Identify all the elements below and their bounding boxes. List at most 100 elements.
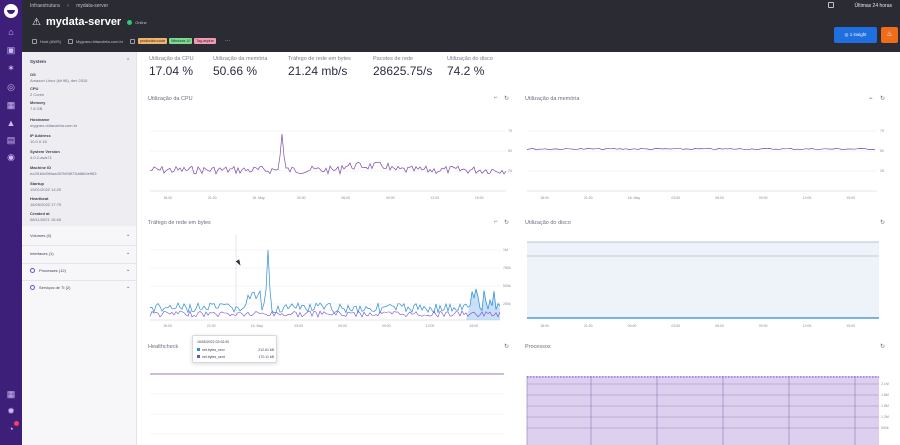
field-hostname: Hostname mygranu.bitacoleta.com.br [30, 117, 78, 128]
x-tick: 06:00 [715, 196, 724, 200]
y-tick: 250k [503, 302, 511, 306]
network-recv-line[interactable] [149, 249, 501, 315]
x-tick: 12:00 [430, 196, 439, 200]
x-tick: 21:00 [207, 324, 216, 328]
x-tick: 09:00 [759, 196, 768, 200]
system-section-title[interactable]: System [30, 59, 46, 64]
field-memory: Memory 7.8 GB [30, 100, 46, 111]
x-tick: 16. May [251, 324, 264, 328]
host-domain[interactable]: Mygranu.bitacoleta.com.br [67, 38, 123, 44]
alert-icon[interactable]: ▲ [6, 118, 16, 128]
network-icon[interactable]: ✶ [6, 63, 16, 73]
app-logo-icon[interactable] [4, 4, 18, 18]
bell-icon: ♨ [886, 31, 893, 38]
infrastructure-icon[interactable]: ▣ [6, 45, 16, 55]
x-tick: 18:00 [540, 324, 549, 328]
cpu-series-line[interactable] [149, 133, 507, 176]
host-details-panel: System ⌃ OS Amazon Linux (kit 96), dev 20… [22, 52, 137, 445]
x-tick: 03:00 [671, 196, 680, 200]
chevron-down-icon[interactable]: ⌄ [126, 267, 130, 273]
divider [22, 263, 136, 264]
chevron-down-icon[interactable]: ⌄ [126, 232, 130, 238]
breadcrumb: Infraestrutura › mydata-server [30, 3, 114, 9]
x-tick: 06:00 [338, 324, 347, 328]
y-tick: 750k [503, 266, 511, 270]
y-tick: 900k [881, 426, 889, 430]
left-nav-rail: ⌂ ▣ ✶ ◎ ▦ ▲ ▤ ◉ ▦ ✹ ◔ [0, 0, 22, 445]
y-tick: 75 [880, 129, 884, 133]
tooltip-row: net.bytes_recv 212.61 kB [197, 348, 274, 352]
settings-icon[interactable]: ✹ [6, 406, 16, 416]
chevron-down-icon[interactable]: ⌄ [126, 284, 130, 290]
breadcrumb-item[interactable]: mydata-server [76, 3, 108, 9]
x-tick: 00:00 [628, 324, 637, 328]
processes-icon [30, 268, 35, 273]
cpu-chart: 75 50 25 18:00 21:00 16. May 03:00 06:00 09:0… [149, 129, 512, 200]
metric-cpu: Utilização da CPU 17.04 % [149, 56, 194, 78]
x-tick: 12:00 [803, 324, 812, 328]
field-system-version: System Version 4.0.2-aws71 [30, 149, 60, 160]
chevron-down-icon[interactable]: ⌄ [126, 250, 130, 256]
accordion-it-services[interactable]: Serviços de TI (2) [30, 285, 71, 290]
metric-memory: Utilização da memória 50.66 % [213, 56, 268, 78]
processes-chart-card: Processos ↻ 2.1M 1.8M 1.5M 1.2M 900k [525, 344, 890, 445]
x-tick: 15:00 [469, 324, 478, 328]
tag-badge[interactable]: production.node [138, 38, 168, 44]
x-tick: 15:00 [475, 196, 484, 200]
dashboard-icon[interactable]: ⌂ [6, 27, 16, 37]
page-title: mydata-server [46, 16, 122, 28]
host-provider: Host (AWS) [32, 38, 61, 44]
alert-button[interactable]: ♨ [881, 27, 898, 43]
calendar-icon[interactable] [828, 2, 834, 8]
disk-chart: 18:00 21:00 00:00 03:00 06:00 09:00 12:00 15:00 [527, 241, 879, 328]
status-badge: Online [135, 19, 147, 25]
field-ip-address: IP Address 10.0.0.18 [30, 133, 51, 144]
server-icon[interactable]: ▤ [6, 135, 16, 145]
tag-badge[interactable]: Tag-aspirar [194, 38, 216, 44]
x-tick: 12:00 [426, 324, 435, 328]
y-tick: 500k [503, 284, 511, 288]
tag-badge[interactable]: Windows 10 [169, 38, 193, 44]
memory-series-line[interactable] [526, 147, 876, 151]
disk-chart-card: Utilização do disco ↻ 18:00 21:00 00:00 03:… [525, 220, 890, 330]
tag-icon [130, 38, 136, 44]
processes-area [527, 376, 879, 445]
x-tick: 15:00 [846, 196, 855, 200]
memory-chart-card: Utilização da memória ⌁ ↻ 75 50 25 18:00… [525, 96, 890, 206]
y-tick: 50 [880, 149, 884, 153]
accordion-processes[interactable]: Processes (12) [30, 268, 66, 273]
field-startup: Startup 19/01/2022 14:20 [30, 181, 62, 192]
more-options-icon[interactable]: ··· [225, 38, 231, 44]
grid-icon[interactable]: ▦ [6, 100, 16, 110]
chevron-up-icon[interactable]: ⌃ [126, 58, 130, 64]
x-tick: 03:00 [294, 324, 303, 328]
modules-icon[interactable]: ▦ [6, 389, 16, 399]
y-tick: 75 [508, 129, 512, 133]
y-tick: 1.8M [881, 393, 889, 397]
field-created-at: Created at 08/11/2021 10:48 [30, 211, 61, 222]
field-machine-id: Machine ID ec2f1b0d9f4aa457bf06f73dd8b0e9… [30, 165, 97, 176]
apps-icon[interactable]: ◎ [6, 82, 16, 92]
x-tick: 03:00 [671, 324, 680, 328]
legend-swatch [197, 348, 200, 351]
accordion-interfaces[interactable]: Interfaces (1) [30, 251, 54, 256]
page-header: Infraestrutura › mydata-server Últimas 2… [22, 0, 900, 52]
x-tick: 16. May [252, 196, 265, 200]
field-heartbeat: Heartbeat 16/05/2022 17:79 [30, 196, 62, 207]
x-tick: 06:00 [715, 324, 724, 328]
metric-disk: Utilização do disco 74.2 % [447, 56, 493, 78]
y-tick: 1M [503, 248, 508, 252]
monitor-icon[interactable]: ◉ [6, 152, 16, 162]
x-tick: 18:00 [540, 196, 549, 200]
field-os: OS Amazon Linux (kit 96), dev 2015 [30, 72, 88, 83]
accordion-volumes[interactable]: Volumes (0) [30, 233, 51, 238]
y-tick: 25 [508, 169, 512, 173]
divider [22, 280, 136, 281]
breadcrumb-item[interactable]: Infraestrutura [30, 3, 60, 9]
time-period-selector[interactable]: Últimas 24 horas [854, 3, 892, 9]
insight-button[interactable]: ◎ 1 insight [834, 27, 877, 43]
x-tick: 09:00 [382, 324, 391, 328]
network-chart: 1M 750k 500k 250k 18:00 21:00 16. May 03:00… [149, 234, 511, 328]
app-window: ⌂ ▣ ✶ ◎ ▦ ▲ ▤ ◉ ▦ ✹ ◔ Infraestrutura › m… [0, 0, 900, 445]
network-sent-line[interactable] [149, 310, 501, 318]
